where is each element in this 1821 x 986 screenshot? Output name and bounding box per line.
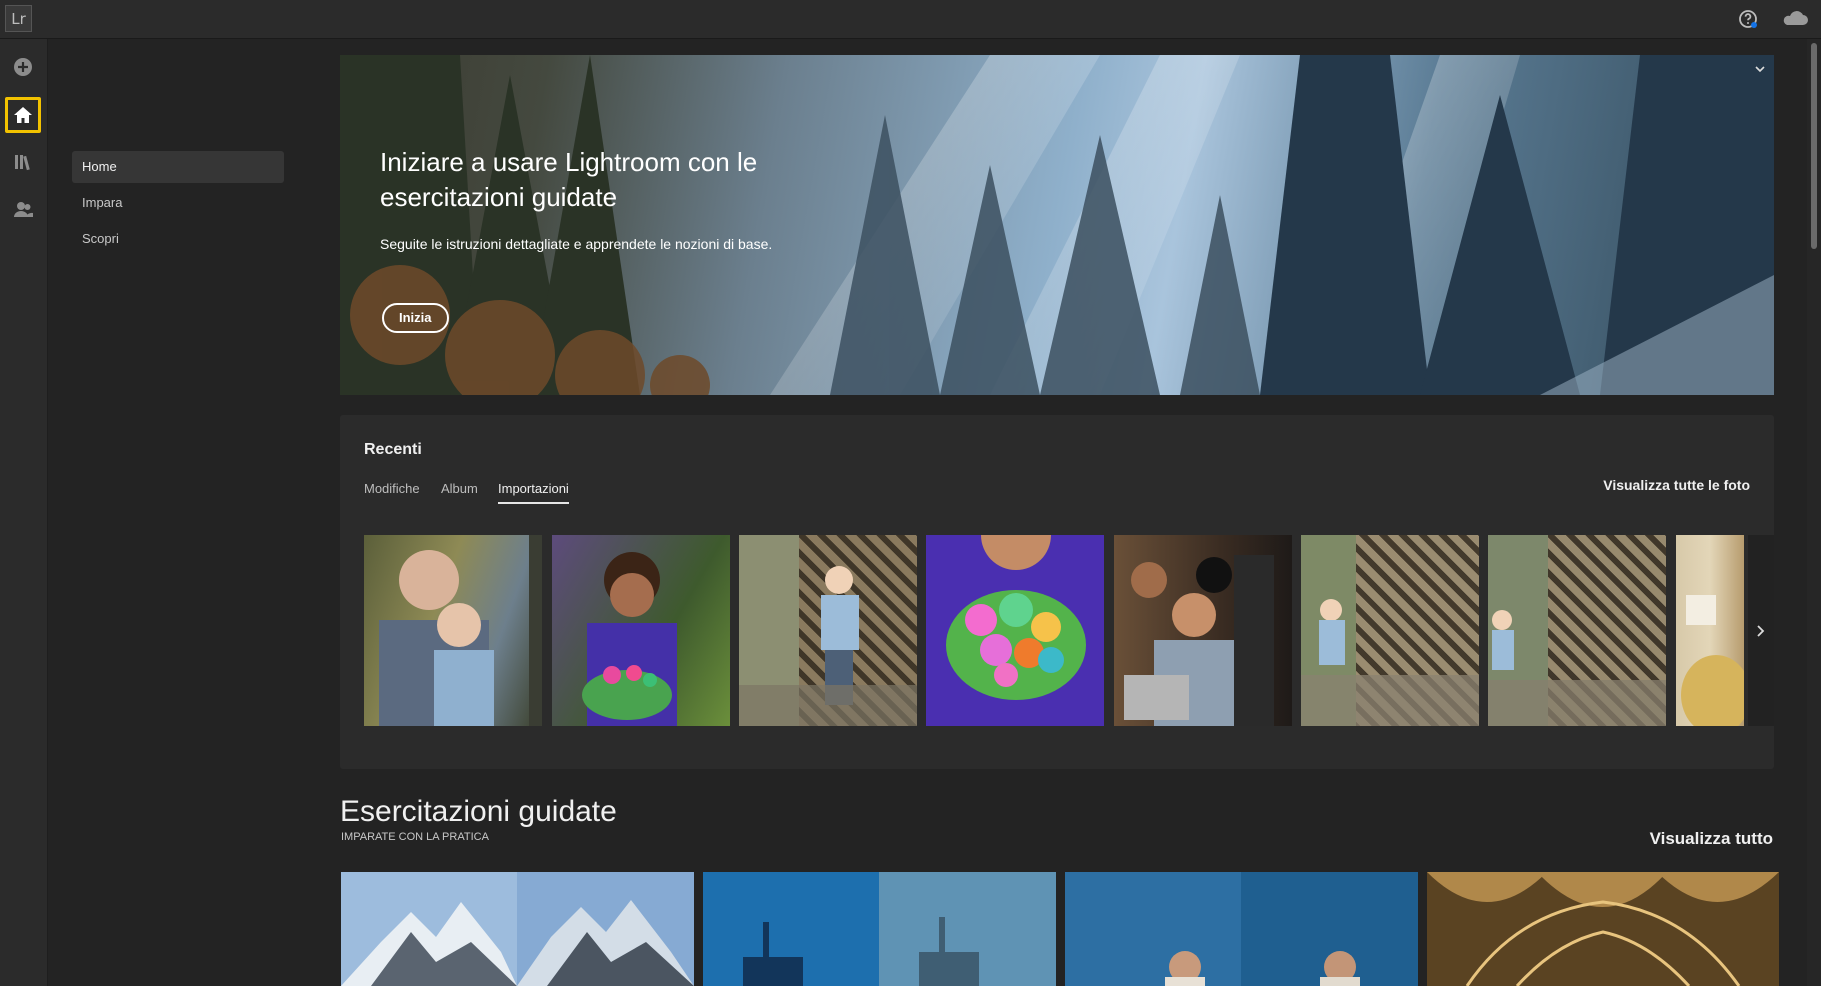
guided-section-title: Esercitazioni guidate	[340, 795, 617, 828]
chevron-right-icon[interactable]	[1748, 535, 1774, 726]
secondary-nav: Home Impara Scopri	[48, 39, 298, 986]
view-all-link[interactable]: Visualizza tutto	[1650, 829, 1773, 849]
nav-item-impara[interactable]: Impara	[72, 187, 284, 219]
hero-banner: Iniziare a usare Lightroom con le eserci…	[340, 55, 1774, 395]
forest-hero-image	[340, 55, 1774, 395]
help-icon[interactable]	[1736, 7, 1760, 31]
lightroom-logo: Lr	[5, 5, 32, 32]
cloud-icon[interactable]	[1780, 7, 1810, 31]
library-button[interactable]	[5, 144, 41, 180]
nav-item-scopri[interactable]: Scopri	[72, 223, 284, 255]
photo-thumbnail[interactable]	[1301, 535, 1479, 726]
people-icon	[14, 202, 33, 217]
tab-importazioni[interactable]: Importazioni	[498, 481, 569, 504]
start-button[interactable]: Inizia	[382, 303, 449, 333]
library-icon	[15, 155, 30, 171]
view-all-photos-link[interactable]: Visualizza tutte le foto	[1603, 477, 1750, 493]
photo-thumbnail[interactable]	[1114, 535, 1292, 726]
scrollbar[interactable]	[1807, 39, 1821, 986]
hero-title: Iniziare a usare Lightroom con le eserci…	[380, 147, 758, 212]
add-icon	[14, 58, 32, 76]
photo-thumbnail[interactable]	[1676, 535, 1744, 726]
tab-modifiche[interactable]: Modifiche	[364, 481, 420, 502]
people-button[interactable]	[5, 191, 41, 227]
scrollbar-thumb[interactable]	[1811, 43, 1817, 249]
recent-title: Recenti	[364, 441, 422, 458]
photo-thumbnail[interactable]	[926, 535, 1104, 726]
hero-subtitle: Seguite le istruzioni dettagliate e appr…	[380, 236, 773, 252]
guided-section-subtitle: IMPARATE CON LA PRATICA	[341, 831, 489, 843]
add-photos-button[interactable]	[5, 49, 41, 85]
tab-album[interactable]: Album	[441, 481, 478, 502]
photo-thumbnail[interactable]	[552, 535, 730, 726]
top-bar: Lr	[0, 0, 1821, 39]
home-icon	[14, 107, 32, 123]
nav-item-home[interactable]: Home	[72, 151, 284, 183]
tutorial-card[interactable]	[1065, 872, 1418, 986]
left-rail	[0, 39, 48, 986]
tutorial-card[interactable]	[1427, 872, 1779, 986]
collapse-chevron-icon[interactable]	[1752, 61, 1768, 77]
recent-panel: Recenti Modifiche Album Importazioni Vis…	[340, 415, 1774, 769]
thumbnail-strip	[364, 535, 1750, 726]
photo-thumbnail[interactable]	[364, 535, 542, 726]
tutorial-card[interactable]	[341, 872, 694, 986]
home-button[interactable]	[5, 97, 41, 133]
photo-thumbnail[interactable]	[739, 535, 917, 726]
photo-thumbnail[interactable]	[1488, 535, 1666, 726]
tutorial-card[interactable]	[703, 872, 1056, 986]
